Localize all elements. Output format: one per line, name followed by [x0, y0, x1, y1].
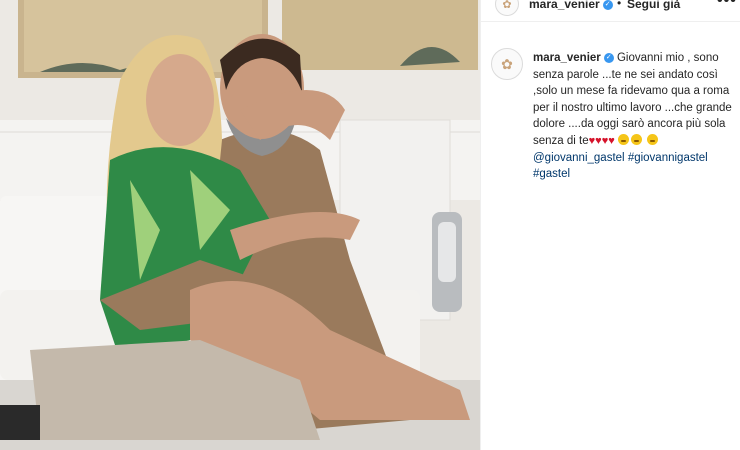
crying-face-icon: [630, 133, 642, 145]
header-avatar[interactable]: ✿: [495, 0, 519, 16]
caption-text: Giovanni mio , sono senza parole ...te n…: [533, 52, 732, 147]
comment-avatar[interactable]: ✿: [491, 48, 523, 80]
avatar-flower-icon: ✿: [501, 55, 513, 72]
red-heart-icon: ♥: [608, 134, 615, 147]
header-separator: •: [617, 0, 622, 10]
header-username-text: mara_venier: [529, 0, 600, 11]
crying-face-icon: [647, 133, 659, 145]
post-caption: mara_venier ✓ Giovanni mio , sono senza p…: [533, 50, 733, 183]
verified-badge-icon: ✓: [603, 52, 614, 63]
post-header: ✿ mara_venier ✓ • Segui già •••: [481, 0, 740, 22]
header-username[interactable]: mara_venier ✓: [529, 0, 613, 11]
more-options-icon[interactable]: •••: [717, 0, 737, 10]
hashtag-link[interactable]: #giovannigastel: [628, 152, 708, 164]
hashtag-link[interactable]: #gastel: [533, 168, 570, 180]
post-photo[interactable]: [0, 0, 480, 450]
post-side-panel: ✿ mara_venier ✓ • Segui già ••• ✿ mara_ve…: [480, 0, 740, 450]
follow-status-button[interactable]: Segui già: [627, 0, 680, 11]
verified-badge-icon: ✓: [602, 0, 613, 10]
caption-username[interactable]: mara_venier: [533, 52, 601, 64]
photo-illustration: [0, 0, 480, 450]
avatar-flower-icon: ✿: [502, 0, 512, 11]
crying-face-icon: [617, 133, 629, 145]
mention-link[interactable]: @giovanni_gastel: [533, 152, 625, 164]
